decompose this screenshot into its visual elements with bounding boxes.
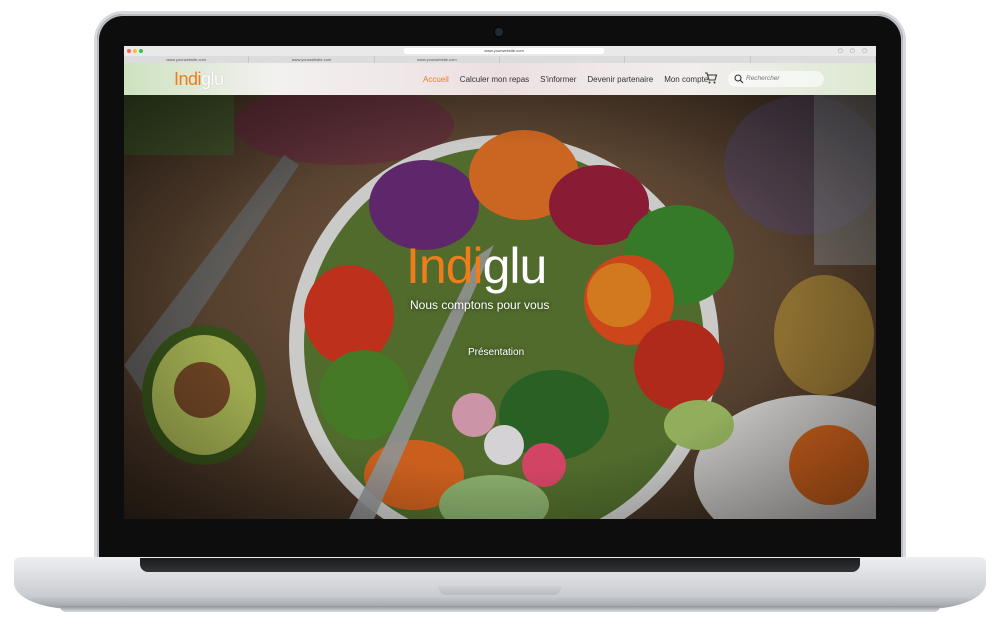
cart-icon[interactable] (704, 71, 718, 85)
browser-tab[interactable] (625, 56, 751, 63)
laptop-notch (438, 586, 562, 595)
nav-item-accueil[interactable]: Accueil (423, 75, 449, 84)
browser-tabs: www.yourwebsite.com www.yourwebsite.com … (124, 56, 876, 63)
browser-tab[interactable] (500, 56, 626, 63)
browser-tab[interactable]: www.yourwebsite.com (124, 56, 250, 63)
browser-tab[interactable] (751, 56, 876, 63)
nav-item-partenaire[interactable]: Devenir partenaire (587, 75, 653, 84)
laptop-foot (60, 606, 940, 612)
presentation-button[interactable]: Présentation (468, 347, 524, 358)
minimize-icon[interactable] (133, 49, 137, 53)
screen: www.yourwebsite.com ▢ ▢ ▢ www.yourwebsit… (124, 46, 876, 519)
window-controls (127, 49, 143, 53)
search-input[interactable] (746, 73, 820, 84)
webcam (495, 28, 503, 36)
logo-part-2: glu (201, 69, 224, 89)
logo-part-1: Indi (174, 69, 202, 89)
hero-title: Indiglu (406, 238, 548, 294)
close-icon[interactable] (127, 49, 131, 53)
laptop-hinge (140, 558, 860, 572)
hero-title-part-2: glu (482, 238, 548, 294)
maximize-icon[interactable] (139, 49, 143, 53)
search-box (728, 71, 824, 87)
nav-item-informer[interactable]: S'informer (540, 75, 576, 84)
hero-title-part-1: Indi (406, 238, 484, 294)
search-icon[interactable] (734, 74, 744, 84)
nav-item-compte[interactable]: Mon compte (664, 75, 708, 84)
hero-subtitle: Nous comptons pour vous (410, 298, 550, 312)
hero-banner: Indiglu Nous comptons pour vous Présenta… (124, 95, 876, 519)
site-logo[interactable]: Indiglu (174, 69, 224, 90)
main-nav: Accueil Calculer mon repas S'informer De… (423, 75, 719, 84)
browser-tab[interactable]: www.yourwebsite.com (249, 56, 375, 63)
nav-item-calculer[interactable]: Calculer mon repas (460, 75, 529, 84)
browser-actions: ▢ ▢ ▢ (838, 48, 870, 54)
browser-tab[interactable]: www.yourwebsite.com (375, 56, 500, 63)
site-header: Indiglu Accueil Calculer mon repas S'inf… (124, 63, 876, 95)
address-bar[interactable]: www.yourwebsite.com (404, 48, 604, 54)
